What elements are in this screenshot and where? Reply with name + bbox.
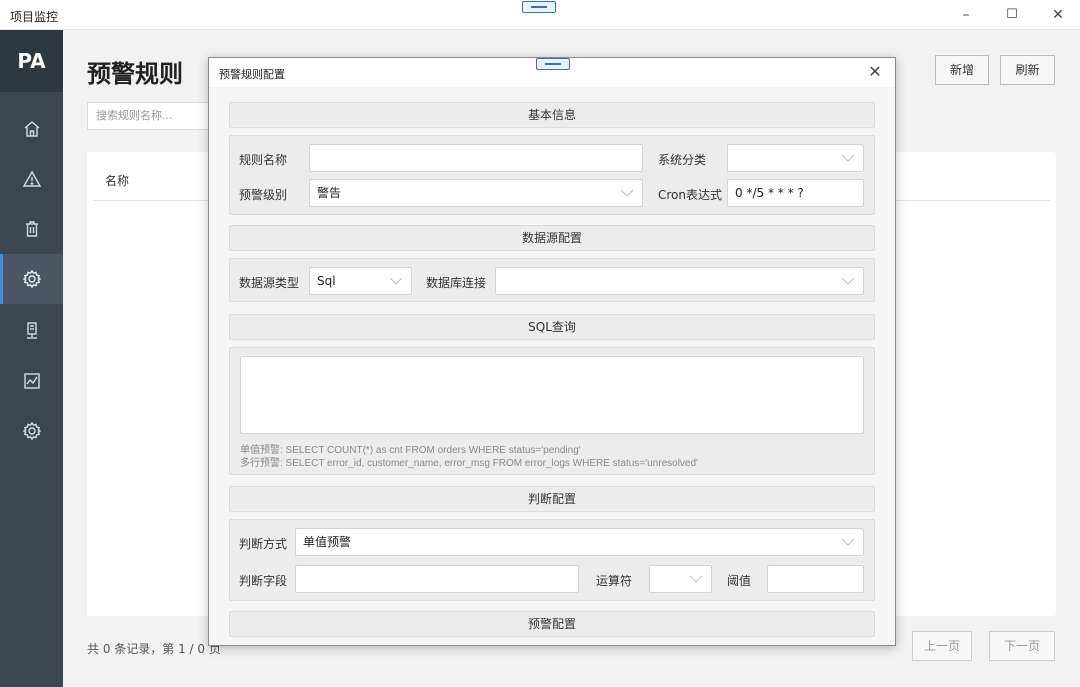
pagination-info: 共 0 条记录，第 1 / 0 页 xyxy=(87,642,221,656)
next-page-button[interactable]: 下一页 xyxy=(989,631,1055,661)
basic-info-panel: 规则名称 系统分类 预警级别 警告 Cron表达式 0 */5 * * * ? xyxy=(229,135,875,215)
close-window-button[interactable]: ✕ xyxy=(1040,4,1076,26)
section-datasource: 数据源配置 xyxy=(229,225,875,251)
section-alert: 预警配置 xyxy=(229,611,875,637)
trash-icon xyxy=(26,221,38,237)
column-header-name[interactable]: 名称 xyxy=(105,172,129,189)
datasource-panel: 数据源类型 Sql 数据库连接 xyxy=(229,258,875,302)
app-logo: PA xyxy=(0,30,63,92)
maximize-button[interactable]: ☐ xyxy=(994,4,1030,26)
sidebar-item-settings[interactable] xyxy=(0,406,63,456)
section-basic-info: 基本信息 xyxy=(229,102,875,128)
operator-select[interactable] xyxy=(649,565,712,593)
chevron-down-icon xyxy=(841,538,855,546)
sidebar-item-monitor[interactable] xyxy=(0,356,63,406)
prev-page-button[interactable]: 上一页 xyxy=(912,631,972,661)
judge-field-input[interactable] xyxy=(295,565,579,593)
chevron-down-icon xyxy=(689,575,703,583)
chart-icon xyxy=(24,373,40,389)
dialog-drag-handle[interactable] xyxy=(536,58,570,70)
rule-name-input[interactable] xyxy=(309,144,643,172)
rule-config-dialog: 预警规则配置 ✕ 基本信息 规则名称 系统分类 预警级别 警告 Cron表达式 … xyxy=(208,57,896,646)
window-title: 项目监控 xyxy=(10,10,59,24)
judge-mode-label: 判断方式 xyxy=(239,537,288,551)
refresh-button[interactable]: 刷新 xyxy=(1000,55,1055,85)
sql-panel: 单值预警: SELECT COUNT(*) as cnt FROM orders… xyxy=(229,347,875,475)
sidebar-item-home[interactable] xyxy=(0,104,63,154)
level-select[interactable]: 警告 xyxy=(309,179,643,207)
category-select[interactable] xyxy=(727,144,864,172)
level-value: 警告 xyxy=(317,186,342,200)
threshold-input[interactable] xyxy=(767,565,864,593)
sidebar-item-server[interactable] xyxy=(0,306,63,356)
add-button[interactable]: 新增 xyxy=(935,55,989,85)
sql-query-textarea[interactable] xyxy=(240,356,864,434)
server-icon xyxy=(27,322,37,339)
db-connection-select[interactable] xyxy=(495,267,864,295)
section-judge: 判断配置 xyxy=(229,486,875,512)
dialog-title: 预警规则配置 xyxy=(219,68,285,81)
window-titlebar: 项目监控 – ☐ ✕ xyxy=(0,0,1080,30)
sidebar: PA xyxy=(0,30,63,687)
chevron-down-icon xyxy=(841,277,855,285)
sidebar-item-rules[interactable] xyxy=(0,254,63,304)
chevron-down-icon xyxy=(620,189,634,197)
rule-name-label: 规则名称 xyxy=(239,153,288,167)
sql-hint-multi: 多行预警: SELECT error_id, customer_name, er… xyxy=(240,458,698,469)
minimize-button[interactable]: – xyxy=(948,4,984,26)
judge-panel: 判断方式 单值预警 判断字段 运算符 阈值 xyxy=(229,519,875,601)
cron-label: Cron表达式 xyxy=(658,188,722,202)
judge-mode-select[interactable]: 单值预警 xyxy=(295,528,864,556)
drag-handle[interactable] xyxy=(522,1,556,13)
chevron-down-icon xyxy=(841,154,855,162)
datasource-type-label: 数据源类型 xyxy=(239,276,300,290)
cron-input[interactable]: 0 */5 * * * ? xyxy=(727,179,864,207)
dialog-close-button[interactable]: ✕ xyxy=(863,61,887,83)
warning-icon xyxy=(22,170,42,187)
judge-field-label: 判断字段 xyxy=(239,574,288,588)
page-title: 预警规则 xyxy=(87,60,183,88)
sidebar-item-trash[interactable] xyxy=(0,204,63,254)
category-label: 系统分类 xyxy=(658,153,707,167)
datasource-type-value: Sql xyxy=(317,274,336,288)
datasource-type-select[interactable]: Sql xyxy=(309,267,412,295)
db-connection-label: 数据库连接 xyxy=(426,276,487,290)
threshold-label: 阈值 xyxy=(727,574,752,588)
operator-label: 运算符 xyxy=(596,574,633,588)
judge-mode-value: 单值预警 xyxy=(303,535,352,549)
chevron-down-icon xyxy=(389,277,403,285)
section-sql: SQL查询 xyxy=(229,314,875,340)
sidebar-item-alerts[interactable] xyxy=(0,154,63,204)
dialog-header: 预警规则配置 ✕ xyxy=(209,58,895,87)
home-icon xyxy=(24,121,40,137)
level-label: 预警级别 xyxy=(239,188,288,202)
gear-icon xyxy=(22,269,42,289)
settings-icon xyxy=(22,421,42,441)
